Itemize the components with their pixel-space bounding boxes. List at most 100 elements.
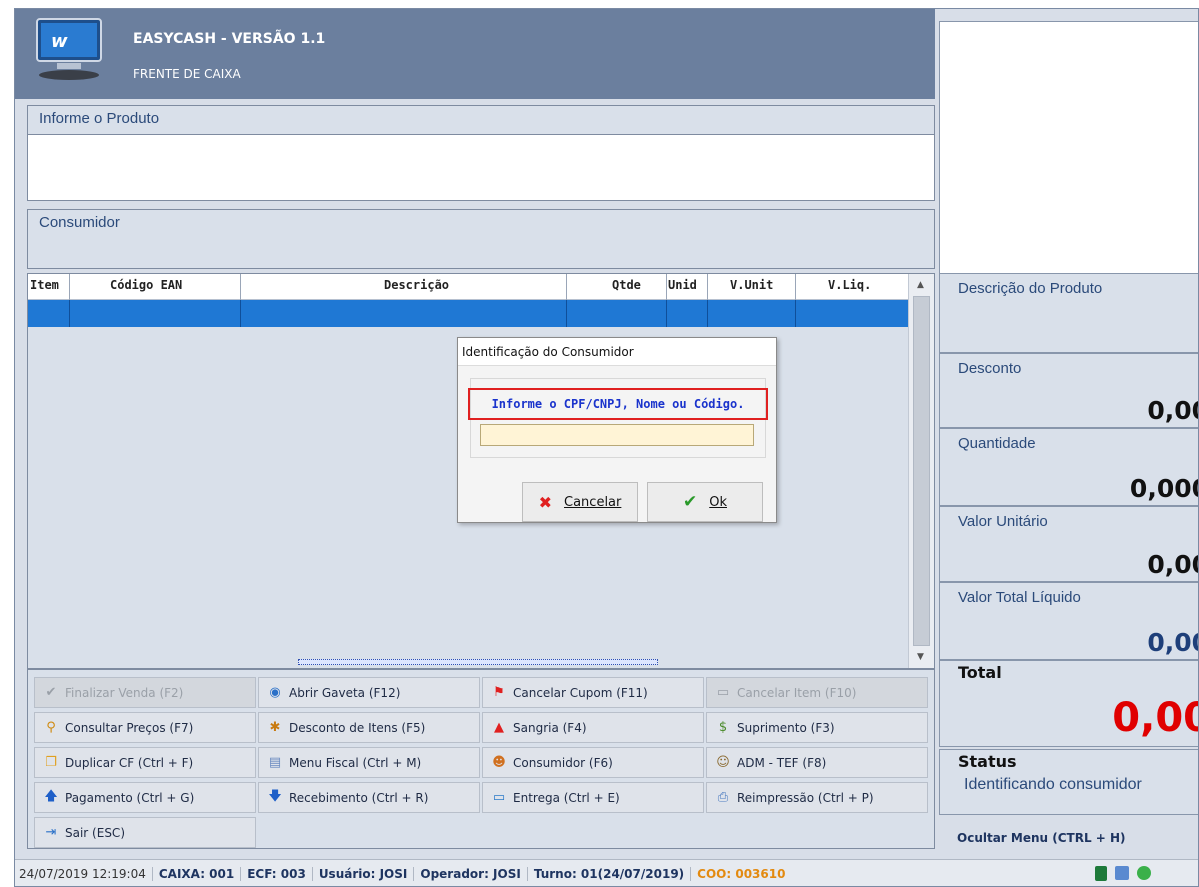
consumer-label: Consumidor [39,214,120,231]
quantidade-panel: Quantidade 0,000 [939,428,1198,506]
quantidade-label: Quantidade [958,435,1036,452]
valor-unitario-label: Valor Unitário [958,513,1048,530]
document-icon: ▤ [268,755,282,770]
status-bar: 24/07/2019 12:19:04 CAIXA: 001 ECF: 003 … [15,859,1198,886]
valor-total-value: 0,00 [1147,628,1198,657]
pagamento-button[interactable]: 🡅 Pagamento (Ctrl + G) [34,782,256,813]
flag-icon: ⚑ [493,685,505,700]
desconto-value: 0,00 [1147,396,1198,425]
grid-header: Item Código EAN Descrição Qtde Unid V.Un… [28,274,908,300]
check-icon: ✔ [682,492,698,512]
consumer-panel: Consumidor [27,209,935,269]
discount-icon: ✱ [269,720,281,735]
col-vliq[interactable]: V.Liq. [828,278,871,292]
menu-fiscal-button[interactable]: ▤ Menu Fiscal (Ctrl + M) [258,747,480,778]
status-turno: Turno: 01(24/07/2019) [528,867,692,881]
desconto-panel: Desconto 0,00 [939,353,1198,428]
valor-total-label: Valor Total Líquido [958,589,1081,606]
cancel-button[interactable]: ✖ Cancelar [522,482,638,522]
scroll-up-icon[interactable]: ▲ [917,280,924,290]
pos-window: w EASYCASH - VERSÃO 1.1 FRENTE DE CAIXA … [14,8,1199,887]
col-unid[interactable]: Unid [668,278,697,292]
cancelar-item-button[interactable]: ▭ Cancelar Item (F10) [706,677,928,708]
status-operador: Operador: JOSI [414,867,528,881]
ocultar-menu-link[interactable]: Ocultar Menu (CTRL + H) [957,831,1126,845]
status-coo: COO: 003610 [697,867,786,881]
printer-status-icon [1115,866,1129,880]
ok-status-icon [1137,866,1151,880]
app-header: w EASYCASH - VERSÃO 1.1 FRENTE DE CAIXA [15,9,935,99]
adm-tef-button[interactable]: ☺ ADM - TEF (F8) [706,747,928,778]
status-value: Identificando consumidor [964,776,1142,793]
dialog-prompt: Informe o CPF/CNPJ, Nome ou Código. [468,388,768,420]
cancelar-cupom-button[interactable]: ⚑ Cancelar Cupom (F11) [482,677,704,708]
scroll-thumb[interactable] [913,296,930,646]
desconto-itens-button[interactable]: ✱ Desconto de Itens (F5) [258,712,480,743]
grid-horizontal-scrollbar[interactable] [298,659,658,665]
status-panel: Status Identificando consumidor [939,749,1198,815]
grid-vertical-scrollbar[interactable]: ▲ ▼ [908,274,934,668]
descricao-panel: Descrição do Produto [939,273,1198,353]
app-subtitle: FRENTE DE CAIXA [133,67,241,81]
suprimento-button[interactable]: $ Suprimento (F3) [706,712,928,743]
product-image-panel [939,21,1198,274]
check-icon: ✔ [45,685,57,700]
quantidade-value: 0,000 [1129,474,1198,503]
copy-icon: ❐ [45,755,57,770]
users-icon: ☻ [492,755,506,770]
scroll-down-icon[interactable]: ▼ [917,652,924,662]
printer-icon: ⎙ [717,790,729,805]
reimpressao-button[interactable]: ⎙ Reimpressão (Ctrl + P) [706,782,928,813]
minus-icon: ▭ [716,685,730,700]
valor-unitario-panel: Valor Unitário 0,00 [939,506,1198,582]
descricao-label: Descrição do Produto [958,280,1103,297]
desconto-label: Desconto [958,360,1022,377]
sangria-button[interactable]: ▲ Sangria (F4) [482,712,704,743]
duplicar-cf-button[interactable]: ❐ Duplicar CF (Ctrl + F) [34,747,256,778]
consumidor-button[interactable]: ☻ Consumidor (F6) [482,747,704,778]
monitor-logo-icon: w [33,17,113,83]
recebimento-button[interactable]: 🡇 Recebimento (Ctrl + R) [258,782,480,813]
database-icon [1095,866,1107,881]
user-icon: ☺ [716,755,730,770]
ok-button[interactable]: ✔ Ok [647,482,763,522]
col-qtde[interactable]: Qtde [612,278,641,292]
product-input[interactable] [28,134,934,200]
consumer-identification-dialog: Identificação do Consumidor Informe o CP… [457,337,777,523]
col-ean[interactable]: Código EAN [110,278,182,292]
status-usuario: Usuário: JOSI [313,867,415,881]
chat-icon: ▭ [492,790,506,805]
money-bag-icon: $ [718,720,728,735]
valor-total-panel: Valor Total Líquido 0,00 [939,582,1198,660]
status-datetime: 24/07/2019 12:19:04 [15,867,153,881]
col-descricao[interactable]: Descrição [384,278,449,292]
action-buttons: ✔ Finalizar Venda (F2) ◉ Abrir Gaveta (F… [27,669,935,849]
status-caixa: CAIXA: 001 [153,867,242,881]
product-panel: Informe o Produto [27,105,935,201]
app-title: EASYCASH - VERSÃO 1.1 [133,31,326,47]
finalizar-venda-button[interactable]: ✔ Finalizar Venda (F2) [34,677,256,708]
total-value: 0,00 [1112,695,1198,741]
entrega-button[interactable]: ▭ Entrega (Ctrl + E) [482,782,704,813]
abrir-gaveta-button[interactable]: ◉ Abrir Gaveta (F12) [258,677,480,708]
arrow-down-icon: 🡇 [268,788,282,804]
total-label: Total [958,663,1002,682]
status-ecf: ECF: 003 [241,867,313,881]
consultar-precos-button[interactable]: ⚲ Consultar Preços (F7) [34,712,256,743]
selected-row[interactable] [28,300,908,327]
svg-text:w: w [51,31,68,52]
col-item[interactable]: Item [30,278,59,292]
valor-unitario-value: 0,00 [1147,550,1198,579]
arrow-up-icon: 🡅 [44,788,58,804]
sair-button[interactable]: ⇥ Sair (ESC) [34,817,256,848]
col-vunit[interactable]: V.Unit [730,278,773,292]
drawer-icon: ◉ [269,685,281,700]
total-panel: Total 0,00 [939,660,1198,747]
product-label: Informe o Produto [39,110,160,127]
status-label: Status [958,752,1017,771]
exit-icon: ⇥ [45,825,57,840]
dialog-title: Identificação do Consumidor [458,338,776,366]
consumer-search-input[interactable] [480,424,754,446]
magnifier-icon: ⚲ [46,720,56,735]
warning-icon: ▲ [494,720,504,735]
